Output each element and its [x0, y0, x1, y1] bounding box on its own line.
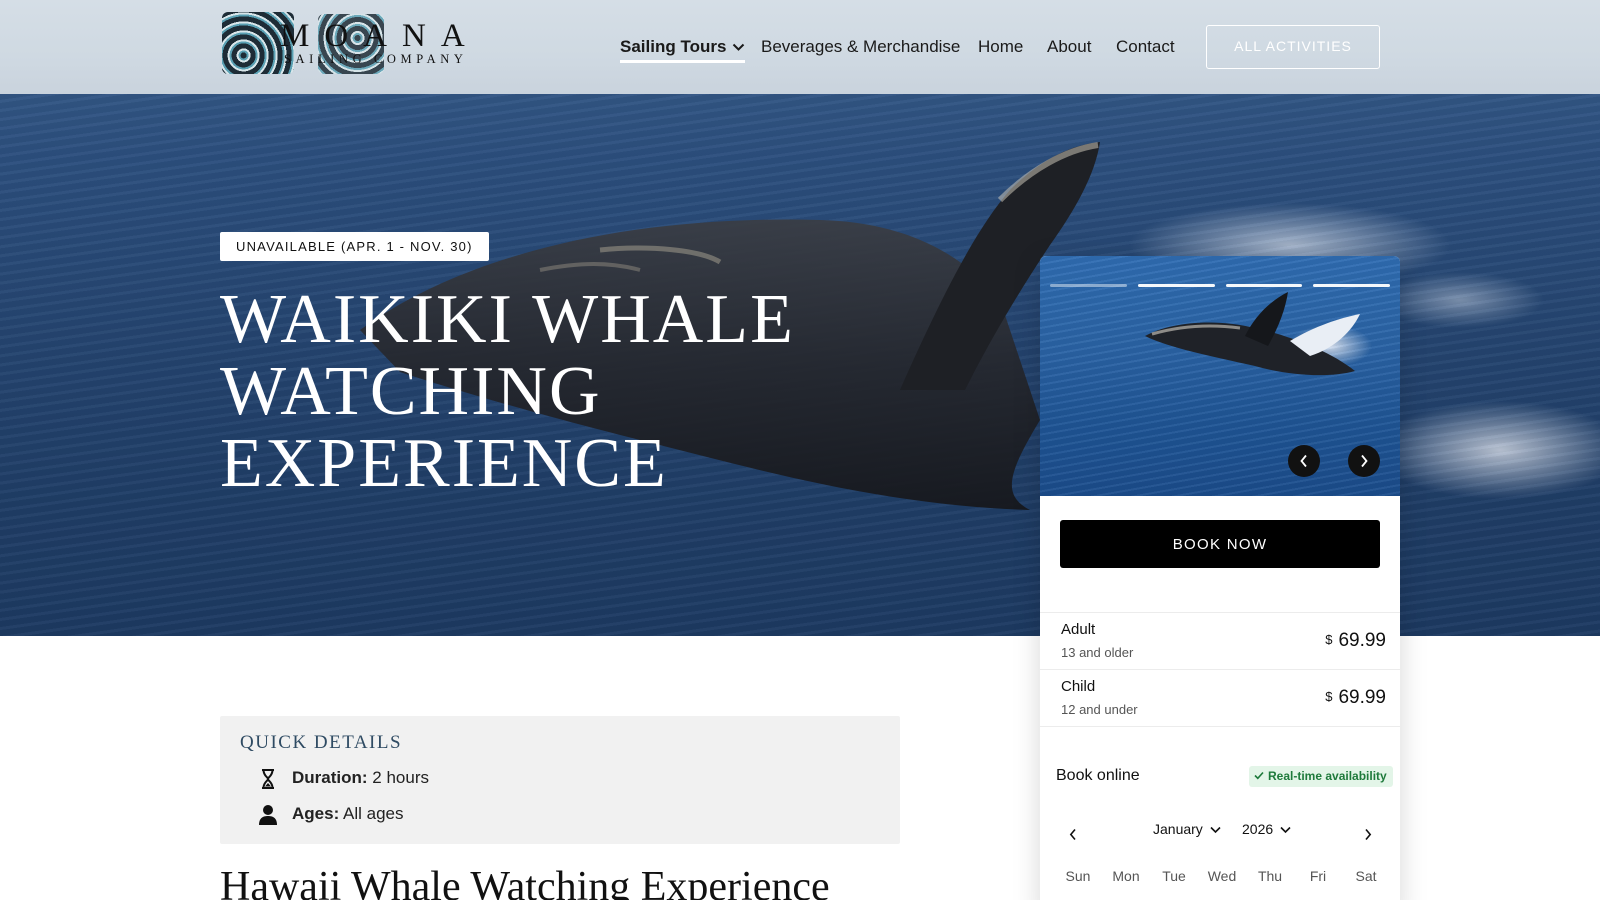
weekday-label: Wed — [1207, 868, 1237, 884]
hero-title-line: WAIKIKI WHALE — [220, 281, 795, 358]
hourglass-icon — [262, 769, 274, 789]
realtime-availability-badge: Real-time availability — [1249, 766, 1393, 787]
quick-details-title: Quick Details — [240, 732, 403, 753]
quick-detail-label: Duration: — [292, 768, 368, 787]
carousel-prev-button[interactable] — [1288, 445, 1320, 477]
person-icon — [259, 805, 277, 825]
chevron-right-icon — [1361, 454, 1368, 468]
price-value: 69.99 — [1338, 630, 1386, 651]
chevron-down-icon — [733, 43, 745, 51]
weekday-label: Fri — [1309, 868, 1327, 884]
nav-beverages-merchandise[interactable]: Beverages & Merchandise — [761, 35, 960, 59]
site-header: MOANA SAILING COMPANY Sailing Tours Beve… — [0, 0, 1600, 94]
calendar-weekday-header: Sun Mon Tue Wed Thu Fri Sat — [1054, 868, 1390, 884]
booking-card: BOOK NOW Adult 13 and older $69.99 Child… — [1040, 256, 1400, 900]
chevron-left-icon — [1069, 828, 1076, 840]
carousel-progress-segment — [1137, 284, 1215, 287]
carousel-progress-segment — [1050, 284, 1127, 287]
quick-details-panel: Quick Details Duration: 2 hours Ages: Al… — [220, 716, 900, 844]
chevron-right-icon — [1365, 828, 1372, 840]
weekday-label: Thu — [1257, 868, 1283, 884]
tour-photo-carousel[interactable] — [1040, 256, 1400, 496]
carousel-progress — [1050, 284, 1390, 287]
calendar-month-value: January — [1153, 821, 1203, 837]
price-age-range: 12 and under — [1061, 702, 1138, 717]
nav-about[interactable]: About — [1047, 35, 1091, 59]
hero-title: WAIKIKI WHALE WATCHING EXPERIENCE — [220, 284, 980, 500]
currency-symbol: $ — [1325, 689, 1333, 704]
weekday-label: Sun — [1065, 868, 1091, 884]
calendar-year-value: 2026 — [1242, 821, 1274, 837]
check-icon — [1254, 771, 1264, 780]
carousel-next-button[interactable] — [1348, 445, 1380, 477]
chevron-down-icon — [1210, 826, 1221, 834]
calendar-prev-month-button[interactable] — [1063, 824, 1083, 844]
price-name: Child — [1061, 678, 1096, 695]
price-amount: $69.99 — [1325, 687, 1386, 709]
page-heading: Hawaii Whale Watching Experience — [220, 864, 830, 900]
carousel-progress-segment — [1313, 284, 1390, 287]
chevron-left-icon — [1300, 454, 1307, 468]
realtime-availability-text: Real-time availability — [1268, 769, 1387, 783]
price-amount: $69.99 — [1325, 630, 1386, 652]
price-row-child: Child 12 and under $69.99 — [1040, 669, 1400, 727]
calendar-next-month-button[interactable] — [1358, 824, 1378, 844]
whale-photo — [1145, 292, 1360, 376]
price-age-range: 13 and older — [1061, 645, 1134, 660]
availability-badge: UNAVAILABLE (APR. 1 - NOV. 30) — [220, 232, 489, 261]
nav-sailing-tours[interactable]: Sailing Tours — [620, 35, 746, 63]
weekday-label: Tue — [1162, 868, 1186, 884]
carousel-progress-segment — [1225, 284, 1303, 287]
logo-tagline: SAILING COMPANY — [284, 52, 468, 66]
currency-symbol: $ — [1325, 632, 1333, 647]
quick-detail-ages: Ages: All ages — [259, 804, 404, 825]
hero-title-line: EXPERIENCE — [220, 425, 668, 502]
price-row-adult: Adult 13 and older $69.99 — [1040, 612, 1400, 669]
hero-title-line: WATCHING — [220, 353, 602, 430]
calendar-month-select[interactable]: January — [1153, 821, 1221, 837]
price-value: 69.99 — [1338, 687, 1386, 708]
quick-detail-duration: Duration: 2 hours — [262, 768, 429, 789]
all-activities-button[interactable]: ALL ACTIVITIES — [1206, 25, 1380, 69]
logo[interactable]: MOANA SAILING COMPANY — [222, 12, 472, 74]
weekday-label: Mon — [1112, 868, 1140, 884]
quick-detail-label: Ages: — [292, 804, 340, 823]
nav-home[interactable]: Home — [978, 35, 1023, 59]
logo-wordmark: MOANA — [280, 18, 480, 54]
chevron-down-icon — [1280, 826, 1291, 834]
nav-contact[interactable]: Contact — [1116, 35, 1175, 59]
price-name: Adult — [1061, 621, 1096, 638]
weekday-label: Sat — [1355, 868, 1377, 884]
book-online-label: Book online — [1056, 767, 1140, 784]
calendar-year-select[interactable]: 2026 — [1242, 821, 1291, 837]
book-now-button[interactable]: BOOK NOW — [1060, 520, 1380, 568]
quick-detail-value: 2 hours — [372, 768, 429, 787]
quick-detail-value: All ages — [343, 804, 404, 823]
nav-label: Sailing Tours — [620, 37, 727, 56]
